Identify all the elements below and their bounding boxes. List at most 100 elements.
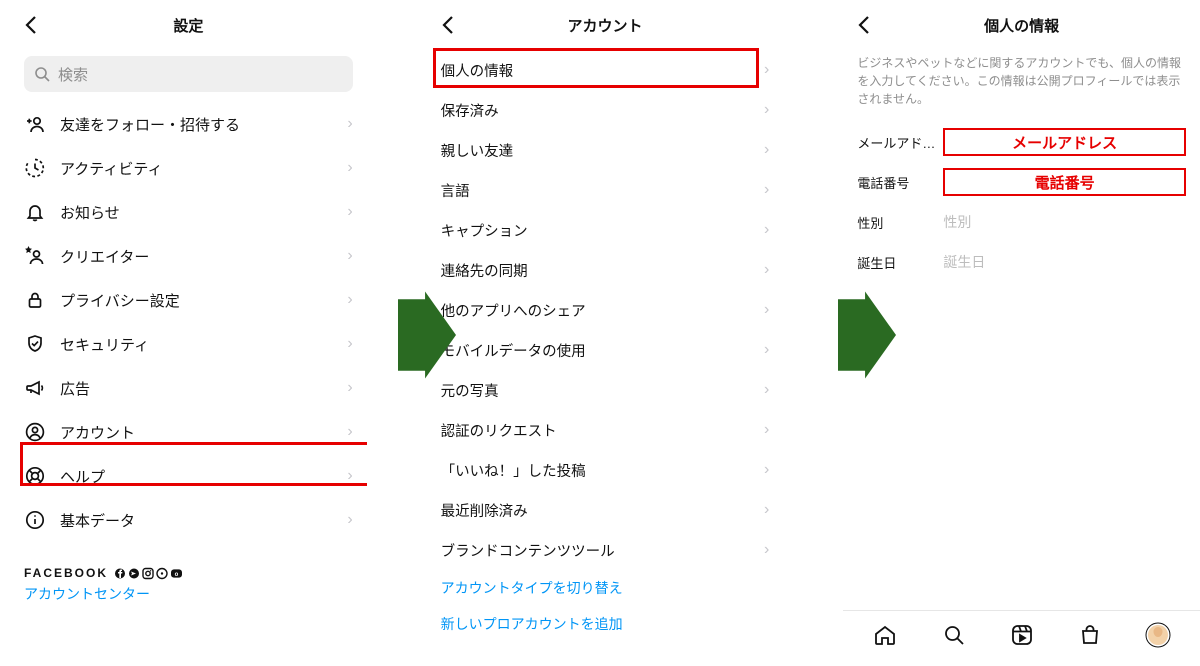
chevron-right-icon: › (764, 221, 769, 239)
settings-row-notifications[interactable]: お知らせ › (10, 190, 367, 234)
chevron-right-icon: › (347, 291, 352, 309)
settings-row-follow-invite[interactable]: 友達をフォロー・招待する › (10, 102, 367, 146)
account-row-label: 元の写真 (441, 380, 499, 401)
chevron-right-icon: › (764, 261, 769, 279)
search-input[interactable]: 検索 (24, 56, 353, 92)
chevron-right-icon: › (764, 181, 769, 199)
account-row-captions[interactable]: キャプション › (427, 210, 784, 250)
settings-row-security[interactable]: セキュリティ › (10, 322, 367, 366)
bottom-tab-bar (843, 610, 1200, 658)
account-row-label: 「いいね！」した投稿 (441, 460, 586, 481)
settings-title: 設定 (10, 15, 367, 36)
reels-tab[interactable] (1009, 622, 1035, 648)
chevron-right-icon: › (764, 501, 769, 519)
back-button[interactable] (24, 15, 38, 35)
account-row-branded-content[interactable]: ブランドコンテンツツール › (427, 530, 784, 570)
gender-value-placeholder: 性別 (943, 212, 1186, 232)
email-field-row[interactable]: メールアド… メールアドレス (843, 122, 1200, 162)
profile-tab[interactable] (1145, 622, 1171, 648)
home-tab[interactable] (872, 622, 898, 648)
phone-field-row[interactable]: 電話番号 電話番号 (843, 162, 1200, 202)
account-row-verification-request[interactable]: 認証のリクエスト › (427, 410, 784, 450)
facebook-label: FACEBOOK (24, 566, 108, 580)
chevron-right-icon: › (764, 461, 769, 479)
settings-row-help[interactable]: ヘルプ › (10, 454, 367, 498)
account-row-original-photos[interactable]: 元の写真 › (427, 370, 784, 410)
account-row-label: 保存済み (441, 100, 499, 121)
account-row-personal-info[interactable]: 個人の情報 › (427, 50, 784, 90)
chevron-right-icon: › (764, 421, 769, 439)
shop-tab[interactable] (1077, 622, 1103, 648)
settings-row-ads[interactable]: 広告 › (10, 366, 367, 410)
chevron-right-icon: › (764, 101, 769, 119)
account-row-label: モバイルデータの使用 (441, 340, 586, 361)
info-icon (24, 509, 46, 531)
account-row-label: 親しい友達 (441, 140, 514, 161)
chevron-right-icon: › (764, 381, 769, 399)
settings-row-label: アカウント (60, 422, 135, 443)
account-row-saved[interactable]: 保存済み › (427, 90, 784, 130)
chevron-right-icon: › (347, 511, 352, 529)
email-highlight-box: メールアドレス (943, 128, 1186, 156)
chevron-right-icon: › (347, 335, 352, 353)
megaphone-icon (24, 377, 46, 399)
account-row-recently-deleted[interactable]: 最近削除済み › (427, 490, 784, 530)
settings-screen: 設定 検索 友達をフォロー・招待する › アクティビティ › (10, 0, 367, 666)
step-arrow-icon (838, 290, 896, 380)
account-row-label: 個人の情報 (441, 60, 514, 81)
chevron-right-icon: › (764, 541, 769, 559)
account-row-mobile-data[interactable]: モバイルデータの使用 › (427, 330, 784, 370)
account-header: アカウント (427, 0, 784, 50)
account-row-liked-posts[interactable]: 「いいね！」した投稿 › (427, 450, 784, 490)
search-tab[interactable] (941, 622, 967, 648)
activity-icon (24, 157, 46, 179)
add-pro-account-link[interactable]: 新しいプロアカウントを追加 (427, 606, 784, 642)
settings-row-account[interactable]: アカウント › (10, 410, 367, 454)
chevron-right-icon: › (347, 379, 352, 397)
switch-account-type-link[interactable]: アカウントタイプを切り替え (427, 570, 784, 606)
step-arrow-icon (398, 290, 456, 380)
account-center-link[interactable]: アカウントセンター (24, 584, 353, 604)
phone-highlight-box: 電話番号 (943, 168, 1186, 196)
account-row-contact-sync[interactable]: 連絡先の同期 › (427, 250, 784, 290)
chevron-right-icon: › (347, 203, 352, 221)
settings-row-label: ヘルプ (60, 466, 105, 487)
account-row-close-friends[interactable]: 親しい友達 › (427, 130, 784, 170)
personal-info-title: 個人の情報 (843, 15, 1200, 36)
gender-field-row[interactable]: 性別 性別 (843, 202, 1200, 242)
settings-row-creator[interactable]: クリエイター › (10, 234, 367, 278)
account-screen: アカウント 個人の情報 › 保存済み › 親しい友達 › 言語 › キャプション… (427, 0, 784, 666)
email-label: メールアド… (857, 133, 943, 152)
account-row-label: キャプション (441, 220, 528, 241)
chevron-right-icon: › (347, 467, 352, 485)
settings-row-activity[interactable]: アクティビティ › (10, 146, 367, 190)
chevron-right-icon: › (764, 141, 769, 159)
settings-row-label: 広告 (60, 378, 90, 399)
lock-icon (24, 289, 46, 311)
back-button[interactable] (857, 15, 871, 35)
account-row-label: 言語 (441, 180, 470, 201)
settings-row-label: プライバシー設定 (60, 290, 180, 311)
settings-row-label: 友達をフォロー・招待する (60, 114, 240, 135)
settings-row-info[interactable]: 基本データ › (10, 498, 367, 542)
chevron-right-icon: › (347, 115, 352, 133)
help-lifesaver-icon (24, 465, 46, 487)
add-friend-icon (24, 113, 46, 135)
search-icon (34, 66, 50, 82)
settings-row-privacy[interactable]: プライバシー設定 › (10, 278, 367, 322)
birthday-label: 誕生日 (857, 253, 943, 272)
account-row-label: 認証のリクエスト (441, 420, 557, 441)
chevron-right-icon: › (347, 423, 352, 441)
account-row-language[interactable]: 言語 › (427, 170, 784, 210)
personal-info-description: ビジネスやペットなどに関するアカウントでも、個人の情報を入力してください。この情… (843, 50, 1200, 122)
birthday-value-placeholder: 誕生日 (943, 252, 1186, 272)
account-row-label: 最近削除済み (441, 500, 528, 521)
back-button[interactable] (441, 15, 455, 35)
phone-label: 電話番号 (857, 173, 943, 192)
settings-row-label: クリエイター (60, 246, 149, 267)
personal-info-header: 個人の情報 (843, 0, 1200, 50)
account-row-share-other-apps[interactable]: 他のアプリへのシェア › (427, 290, 784, 330)
personal-info-screen: 個人の情報 ビジネスやペットなどに関するアカウントでも、個人の情報を入力してくだ… (843, 0, 1200, 666)
gender-label: 性別 (857, 213, 943, 232)
birthday-field-row[interactable]: 誕生日 誕生日 (843, 242, 1200, 282)
